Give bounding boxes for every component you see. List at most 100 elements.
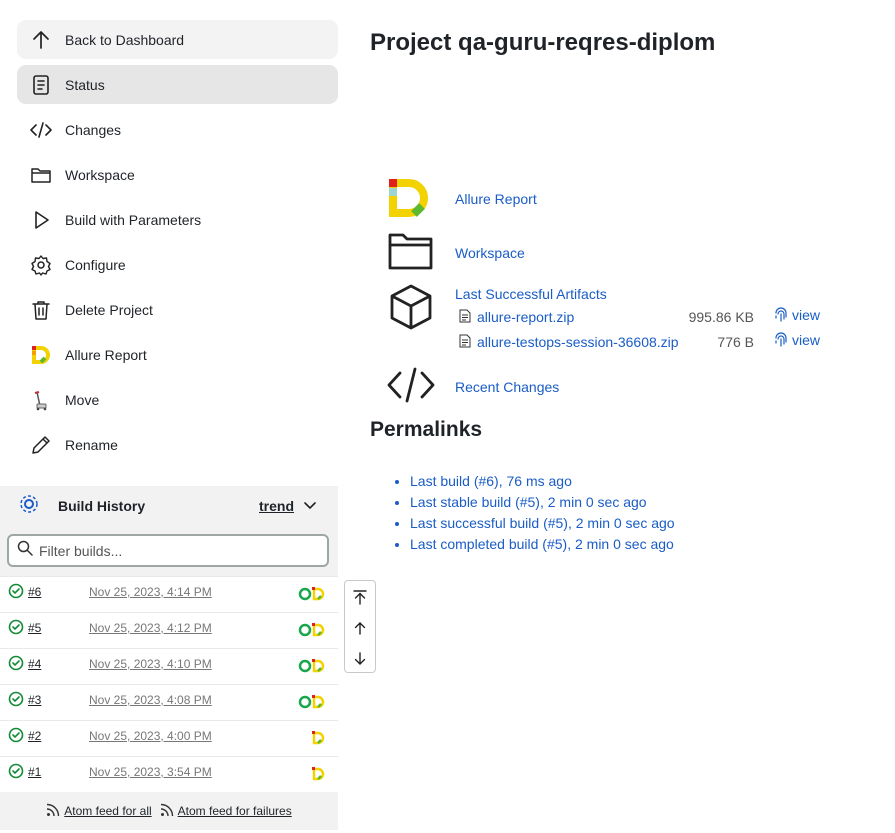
code-icon[interactable] (387, 367, 435, 408)
package-icon (389, 284, 433, 335)
artifact-view-link[interactable]: view (774, 307, 820, 323)
permalinks-heading: Permalinks (370, 418, 483, 441)
trend-link[interactable]: trend (259, 498, 294, 514)
gear-icon (30, 254, 52, 276)
allure-report-icon[interactable] (312, 623, 326, 642)
allure-testops-icon[interactable] (298, 587, 312, 606)
build-row: #6 Nov 25, 2023, 4:14 PM (0, 576, 338, 612)
recent-changes-link[interactable]: Recent Changes (455, 379, 559, 395)
allure-report-icon[interactable] (312, 695, 326, 714)
arrow-up-icon (30, 29, 52, 51)
view-label: view (792, 332, 821, 348)
task-label: Configure (65, 256, 126, 273)
filter-builds-input[interactable] (39, 542, 309, 559)
move-icon (30, 389, 52, 411)
permalink-item[interactable]: Last completed build (#5), 2 min 0 sec a… (410, 536, 675, 557)
trash-icon (30, 299, 52, 321)
build-number-link[interactable]: #6 (28, 585, 41, 599)
build-row: #1 Nov 25, 2023, 3:54 PM (0, 756, 338, 792)
build-date-link[interactable]: Nov 25, 2023, 4:08 PM (89, 693, 212, 707)
allure-testops-icon[interactable] (298, 623, 312, 642)
allure-testops-icon[interactable] (298, 659, 312, 678)
task-label: Build with Parameters (65, 211, 202, 228)
task-label: Delete Project (65, 301, 153, 318)
build-with-parameters-task[interactable]: Build with Parameters (17, 200, 338, 239)
build-date-link[interactable]: Nov 25, 2023, 4:00 PM (89, 729, 212, 743)
build-badges (298, 623, 326, 642)
chevron-down-icon[interactable] (303, 498, 317, 517)
build-number-link[interactable]: #5 (28, 621, 41, 635)
build-list: #6 Nov 25, 2023, 4:14 PM #5 Nov 25, 2023… (0, 576, 338, 792)
status-task[interactable]: Status (17, 65, 338, 104)
folder-icon[interactable] (387, 231, 435, 276)
permalink-item[interactable]: Last stable build (#5), 2 min 0 sec ago (410, 494, 675, 515)
document-icon (30, 74, 52, 96)
build-row: #2 Nov 25, 2023, 4:00 PM (0, 720, 338, 756)
artifact-link[interactable]: allure-testops-session-36608.zip (477, 334, 679, 350)
atom-feed-failures-label: Atom feed for failures (177, 804, 292, 818)
artifact-size: 776 B (717, 334, 754, 350)
allure-report-icon[interactable] (312, 731, 326, 750)
artifact-link[interactable]: allure-report.zip (477, 309, 574, 325)
build-history-title: Build History (58, 498, 146, 514)
build-number-link[interactable]: #1 (28, 765, 41, 779)
atom-feed-all-link[interactable]: Atom feed for all (46, 803, 152, 820)
build-badges (312, 767, 326, 786)
atom-feeds: Atom feed for all Atom feed for failures (0, 792, 338, 830)
permalink-item[interactable]: Last build (#6), 76 ms ago (410, 473, 675, 494)
delete-project-task[interactable]: Delete Project (17, 290, 338, 329)
file-icon (459, 334, 471, 351)
task-label: Rename (65, 436, 118, 453)
build-number-link[interactable]: #3 (28, 693, 41, 707)
configure-task[interactable]: Configure (17, 245, 338, 284)
build-row: #5 Nov 25, 2023, 4:12 PM (0, 612, 338, 648)
allure-report-icon[interactable] (312, 767, 326, 786)
workspace-task[interactable]: Workspace (17, 155, 338, 194)
success-icon (8, 691, 24, 712)
artifact-item: allure-testops-session-36608.zip (459, 332, 679, 352)
allure-icon (30, 344, 52, 366)
build-history-header: Build History trend (0, 486, 338, 526)
build-history-scroller (344, 580, 376, 673)
allure-report-link[interactable]: Allure Report (455, 191, 537, 207)
workspace-link[interactable]: Workspace (455, 245, 525, 261)
permalink-item[interactable]: Last successful build (#5), 2 min 0 sec … (410, 515, 675, 536)
scroll-down-button[interactable] (345, 643, 375, 674)
build-history-panel: Build History trend #6 Nov 25, 2023, 4:1… (0, 486, 338, 830)
rss-icon (160, 803, 174, 820)
code-icon (30, 119, 52, 141)
build-number-link[interactable]: #4 (28, 657, 41, 671)
build-badges (298, 695, 326, 714)
task-label: Allure Report (65, 346, 147, 363)
folder-icon (30, 164, 52, 186)
atom-feed-all-label: Atom feed for all (64, 804, 152, 818)
build-date-link[interactable]: Nov 25, 2023, 3:54 PM (89, 765, 212, 779)
build-date-link[interactable]: Nov 25, 2023, 4:12 PM (89, 621, 212, 635)
success-icon (8, 619, 24, 640)
build-date-link[interactable]: Nov 25, 2023, 4:14 PM (89, 585, 212, 599)
side-panel-tasks: Back to Dashboard Status Changes Workspa… (17, 20, 338, 470)
allure-report-task[interactable]: Allure Report (17, 335, 338, 374)
last-successful-artifacts-link[interactable]: Last Successful Artifacts (455, 286, 607, 302)
back-to-dashboard-task[interactable]: Back to Dashboard (17, 20, 338, 59)
build-badges (298, 659, 326, 678)
allure-report-icon[interactable] (312, 659, 326, 678)
atom-feed-failures-link[interactable]: Atom feed for failures (160, 803, 292, 820)
build-badges (298, 587, 326, 606)
file-icon (459, 309, 471, 326)
build-date-link[interactable]: Nov 25, 2023, 4:10 PM (89, 657, 212, 671)
build-number-link[interactable]: #2 (28, 729, 41, 743)
page-title: Project qa-guru-reqres-diplom (370, 29, 716, 56)
scroll-top-button[interactable] (345, 581, 375, 612)
move-task[interactable]: Move (17, 380, 338, 419)
allure-logo-icon[interactable] (387, 178, 433, 223)
build-row: #4 Nov 25, 2023, 4:10 PM (0, 648, 338, 684)
allure-testops-icon[interactable] (298, 695, 312, 714)
rename-task[interactable]: Rename (17, 425, 338, 464)
permalinks-list: Last build (#6), 76 ms ago Last stable b… (394, 473, 675, 557)
artifact-view-link[interactable]: view (774, 332, 820, 348)
build-badges (312, 731, 326, 750)
allure-report-icon[interactable] (312, 587, 326, 606)
scroll-up-button[interactable] (345, 612, 375, 643)
changes-task[interactable]: Changes (17, 110, 338, 149)
